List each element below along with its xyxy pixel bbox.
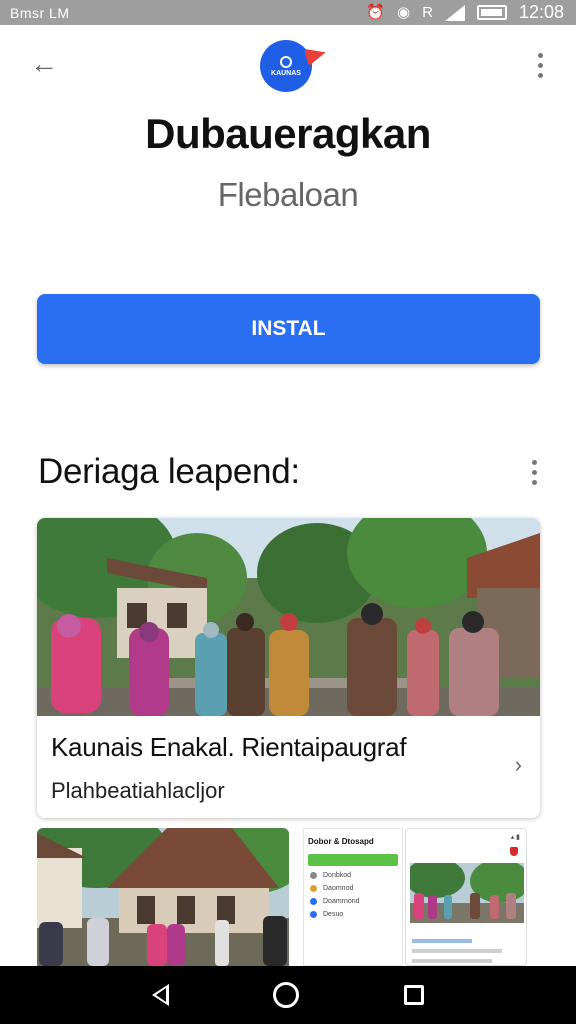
- card-title: Kaunais Enakal. Rientaipaugraf: [51, 732, 407, 762]
- shield-icon: [510, 847, 518, 856]
- screenshot-heading: Dobor & Dtosapd: [308, 837, 374, 846]
- list-item: Desuo: [304, 905, 402, 918]
- item-dot-icon: [310, 885, 317, 892]
- data-icon: R: [422, 4, 433, 21]
- chevron-right-icon[interactable]: ›: [515, 752, 522, 778]
- list-item: Doamrnond: [304, 892, 402, 905]
- status-bar: Bmsr LM ⏰ ◉ R 12:08: [0, 0, 576, 25]
- app-subtitle[interactable]: Flebaloan: [0, 176, 576, 214]
- house-photo: [37, 828, 289, 966]
- wifi-icon: ◉: [397, 4, 411, 21]
- home-circle-icon[interactable]: [273, 982, 300, 1008]
- gallery-screenshot[interactable]: Dobor & Dtosapd Donbkod Daomnod Doamrnon…: [303, 828, 403, 966]
- logo-text: KAUNAS: [271, 69, 301, 77]
- section-more-vert-icon[interactable]: [522, 454, 546, 490]
- gallery-screenshot[interactable]: ▴ ▮: [405, 828, 527, 966]
- text-line: [412, 939, 472, 943]
- screenshot-highlight-bar: [308, 854, 398, 866]
- item-dot-icon: [310, 911, 317, 918]
- mini-village-photo: [410, 863, 524, 923]
- card-subtitle: Plahbeatiahlacljor: [51, 778, 225, 803]
- app-title: Dubaueragkan: [145, 110, 431, 157]
- back-triangle-icon[interactable]: [152, 984, 170, 1006]
- more-vert-icon[interactable]: [528, 47, 552, 83]
- list-item: Daomnod: [304, 879, 402, 892]
- status-time: 12:08: [518, 2, 564, 22]
- item-dot-icon: [310, 872, 317, 879]
- screenshot-gallery[interactable]: Dobor & Dtosapd Donbkod Daomnod Doamrnon…: [37, 828, 540, 966]
- text-line: [412, 959, 492, 963]
- mini-status-icons: ▴ ▮: [510, 834, 520, 841]
- navigation-bar: [0, 966, 576, 1024]
- status-left-text: Bmsr LM: [10, 4, 70, 21]
- list-item: Donbkod: [304, 866, 402, 879]
- app-logo: KAUNAS: [260, 40, 312, 92]
- back-arrow-icon[interactable]: ←: [28, 49, 60, 81]
- battery-icon: [476, 5, 507, 20]
- text-line: [412, 949, 502, 953]
- signal-icon: [444, 4, 465, 21]
- item-dot-icon: [310, 898, 317, 905]
- section-title: Deriaga leapend:: [38, 452, 300, 491]
- status-icons: ⏰ ◉ R 12:08: [366, 2, 564, 23]
- install-button[interactable]: INSTAL: [37, 294, 540, 364]
- village-photo: [37, 518, 540, 716]
- logo-ring-icon: [280, 55, 292, 68]
- recent-square-icon[interactable]: [403, 985, 424, 1005]
- featured-card[interactable]: Kaunais Enakal. Rientaipaugraf Plahbeati…: [37, 518, 540, 818]
- alarm-icon: ⏰: [366, 4, 386, 21]
- gallery-screenshot[interactable]: [37, 828, 289, 966]
